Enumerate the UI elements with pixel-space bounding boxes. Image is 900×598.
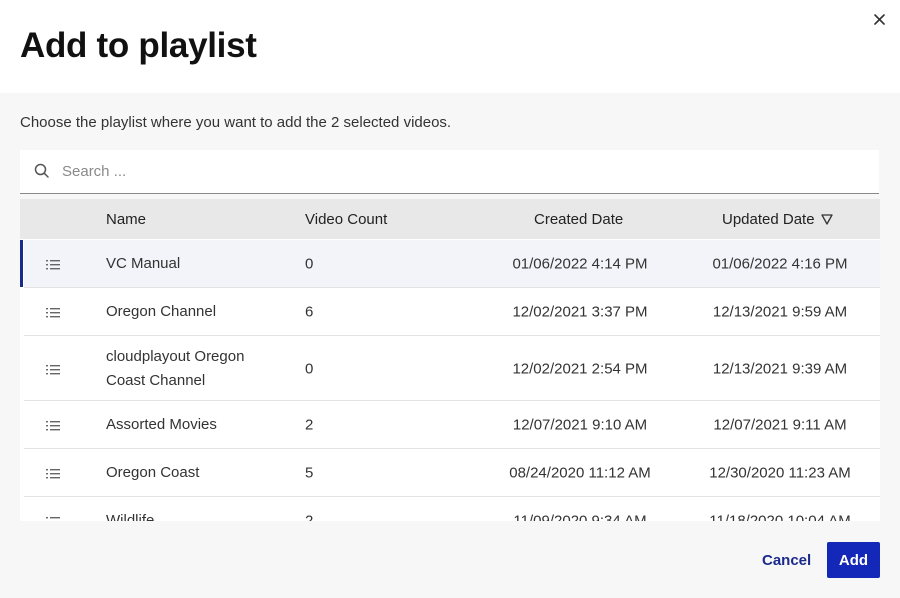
row-video-count: 0 (305, 255, 314, 272)
row-created-date: 12/02/2021 2:54 PM (512, 360, 648, 377)
row-updated-date: 01/06/2022 4:16 PM (712, 255, 848, 272)
table-row[interactable]: VC Manual 0 01/06/2022 4:14 PM 01/06/2022 4… (20, 240, 880, 288)
row-name: VC Manual (106, 254, 181, 272)
row-created-date: 08/24/2020 11:12 AM (509, 464, 651, 482)
column-header-updated-date[interactable]: Updated Date (722, 211, 833, 228)
row-name: Oregon Channel (106, 303, 217, 320)
row-created-date: 12/07/2021 9:10 AM (512, 416, 648, 434)
dialog-description: Choose the playlist where you want to ad… (20, 114, 452, 131)
table-row[interactable]: cloudplayout Oregon Coast Channel 0 12/02/… (24, 337, 880, 401)
add-button[interactable]: Add (827, 542, 880, 578)
row-video-count: 6 (305, 303, 314, 321)
table-header: Name Video Count Created Date Updated Da… (20, 199, 880, 239)
playlist-icon (46, 515, 60, 521)
row-video-count: 0 (305, 360, 314, 377)
search-input[interactable] (62, 150, 862, 193)
row-created-date: 11/09/2020 9:34 AM (513, 512, 647, 522)
column-header-created-date[interactable]: Created Date (534, 211, 623, 228)
table-row[interactable]: Oregon Coast 5 08/24/2020 11:12 AM 12/30/20… (24, 450, 880, 497)
row-name: Oregon Coast (106, 464, 200, 481)
column-header-name[interactable]: Name (106, 211, 146, 228)
playlist-table: Name Video Count Created Date Updated Da… (20, 199, 880, 521)
dialog-title: Add to playlist (20, 26, 257, 65)
selected-row-indicator (20, 240, 23, 287)
row-created-date: 01/06/2022 4:14 PM (512, 255, 648, 272)
playlist-icon (46, 306, 60, 318)
column-header-updated-date-label: Updated Date (722, 211, 815, 228)
row-video-count: 2 (305, 512, 314, 522)
search-box (20, 150, 879, 194)
table-row[interactable]: Assorted Movies 2 12/07/2021 9:10 AM 12/07/… (24, 402, 880, 449)
row-created-date: 12/02/2021 3:37 PM (512, 303, 648, 321)
row-video-count: 2 (305, 416, 314, 434)
row-updated-date: 12/30/2020 11:23 AM (709, 464, 851, 482)
playlist-icon (46, 467, 60, 479)
playlist-icon (46, 419, 60, 431)
playlist-icon (46, 258, 60, 270)
search-icon (34, 163, 49, 178)
playlist-icon (46, 363, 60, 375)
row-updated-date: 12/13/2021 9:39 AM (712, 360, 848, 377)
close-button[interactable] (870, 10, 888, 28)
column-header-video-count[interactable]: Video Count (305, 211, 387, 228)
dialog-header: Add to playlist (0, 0, 900, 93)
row-updated-date: 12/07/2021 9:11 AM (713, 416, 847, 434)
row-updated-date: 12/13/2021 9:59 AM (712, 303, 848, 321)
cancel-button[interactable]: Cancel (754, 545, 819, 575)
row-name: Assorted Movies (106, 416, 217, 433)
table-row[interactable]: Wildlife 2 11/09/2020 9:34 AM 11/18/2020 10… (24, 498, 880, 521)
row-video-count: 5 (305, 464, 314, 482)
row-name: cloudplayout Oregon Coast Channel (106, 347, 245, 389)
table-row[interactable]: Oregon Channel 6 12/02/2021 3:37 PM 12/13/2… (24, 289, 880, 336)
row-name: Wildlife (106, 512, 155, 521)
close-icon (873, 13, 885, 25)
sort-triangle-down-icon (820, 214, 833, 225)
row-updated-date: 11/18/2020 10:04 AM (709, 512, 851, 522)
